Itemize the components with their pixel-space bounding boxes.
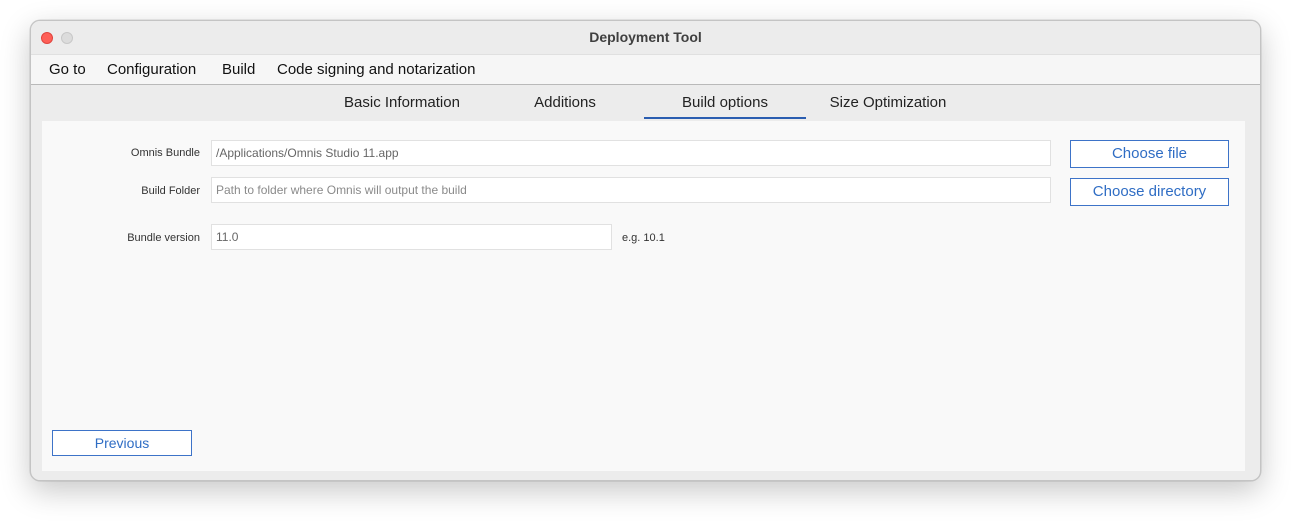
menu-build[interactable]: Build xyxy=(222,61,255,78)
build-options-panel: Omnis Bundle /Applications/Omnis Studio … xyxy=(42,121,1245,471)
menu-go-to[interactable]: Go to xyxy=(49,61,86,78)
omnis-bundle-field[interactable]: /Applications/Omnis Studio 11.app xyxy=(211,140,1051,166)
choose-directory-button[interactable]: Choose directory xyxy=(1070,178,1229,206)
build-folder-label: Build Folder xyxy=(141,185,200,197)
tab-build-options[interactable]: Build options xyxy=(644,94,806,111)
previous-button[interactable]: Previous xyxy=(52,430,192,456)
tab-size-optimization[interactable]: Size Optimization xyxy=(822,94,954,111)
window-title: Deployment Tool xyxy=(589,29,702,45)
build-folder-field[interactable]: Path to folder where Omnis will output t… xyxy=(211,177,1051,203)
menu-configuration[interactable]: Configuration xyxy=(107,61,196,78)
selected-tab-indicator xyxy=(644,117,806,119)
deployment-tool-window: Deployment Tool Go to Configuration Buil… xyxy=(30,20,1261,481)
tab-basic-information[interactable]: Basic Information xyxy=(340,94,464,111)
menu-code-signing[interactable]: Code signing and notarization xyxy=(277,61,475,78)
choose-file-button[interactable]: Choose file xyxy=(1070,140,1229,168)
tab-additions[interactable]: Additions xyxy=(522,94,608,111)
bundle-version-field[interactable]: 11.0 xyxy=(211,224,612,250)
title-bar: Deployment Tool xyxy=(31,21,1260,54)
bundle-version-hint: e.g. 10.1 xyxy=(622,232,665,244)
bundle-version-label: Bundle version xyxy=(127,232,200,244)
omnis-bundle-label: Omnis Bundle xyxy=(130,147,200,159)
menu-bar: Go to Configuration Build Code signing a… xyxy=(31,54,1260,85)
tab-bar: Basic Information Additions Build option… xyxy=(32,85,1259,121)
main-content: Basic Information Additions Build option… xyxy=(32,85,1259,480)
